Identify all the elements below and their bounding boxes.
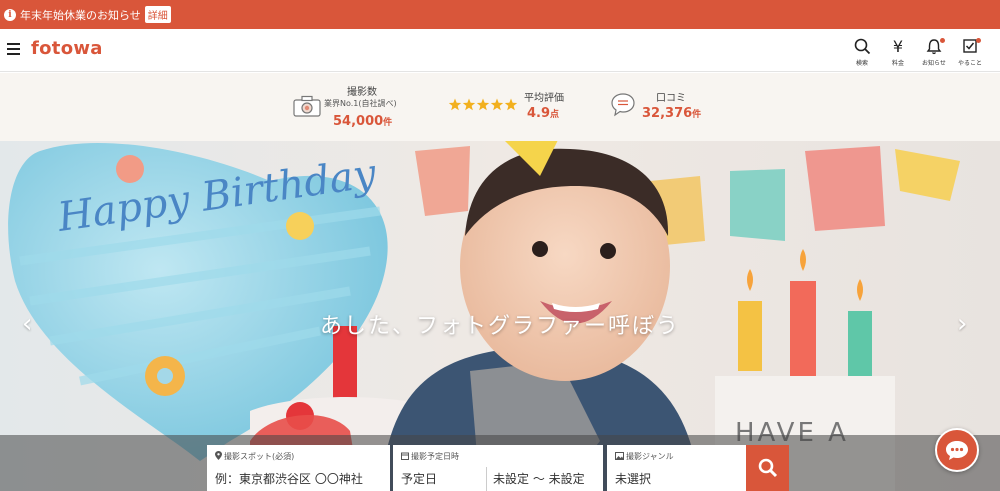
genre-field[interactable]: 撮影ジャンル 未選択	[607, 445, 746, 491]
site-header: fotowa 検索 ¥ 料金 お知らせ やること	[0, 29, 1000, 72]
notice-text[interactable]: 年末年始休業のお知らせ	[20, 7, 141, 23]
stat-shots-sub: 業界No.1(自社調べ)	[324, 99, 397, 108]
search-button[interactable]	[746, 445, 789, 491]
todo-dot	[976, 38, 981, 43]
date-input[interactable]: 予定日	[401, 470, 437, 487]
pin-icon	[215, 451, 222, 460]
stat-shots-title: 撮影数	[347, 87, 377, 98]
stat-shots: 撮影数 業界No.1(自社調べ) 54,000件	[290, 73, 430, 141]
notice-dot	[940, 38, 945, 43]
stat-rating: 平均評価 4.9点	[447, 73, 577, 141]
notice-nav-button[interactable]: お知らせ	[916, 36, 952, 67]
search-nav-label: 検索	[855, 60, 868, 67]
stat-rating-title: 平均評価	[524, 93, 564, 104]
search-nav-button[interactable]: 検索	[844, 36, 880, 67]
stat-reviews: 口コミ 32,376件	[610, 73, 720, 141]
spot-field[interactable]: 撮影スポット(必須) 例：東京都渋谷区 〇〇神社	[207, 445, 390, 491]
star-icon	[490, 98, 504, 111]
hero-title: あした、フォトグラファー呼ぼう	[319, 314, 680, 339]
price-nav-label: 料金	[891, 60, 904, 67]
speech-bubble-icon	[610, 91, 636, 121]
chat-icon	[946, 441, 968, 460]
chat-button[interactable]	[935, 428, 979, 472]
search-icon	[854, 36, 871, 56]
stats-bar: 撮影数 業界No.1(自社調べ) 54,000件 平均評価 4.9点 口コミ 3…	[0, 73, 1000, 141]
todo-nav-button[interactable]: やること	[952, 36, 988, 67]
star-icon	[462, 98, 476, 111]
star-icon	[504, 98, 518, 111]
calendar-icon	[401, 452, 409, 460]
search-panel: 撮影スポット(必須) 例：東京都渋谷区 〇〇神社 撮影予定日時 予定日 未設定 …	[0, 435, 1000, 491]
price-nav-button[interactable]: ¥ 料金	[880, 36, 916, 68]
stat-reviews-title: 口コミ	[656, 93, 686, 104]
star-rating-icon	[448, 97, 518, 116]
todo-nav-label: やること	[957, 60, 982, 67]
date-divider	[486, 467, 487, 491]
stat-rating-value: 4.9点	[527, 106, 560, 121]
menu-icon[interactable]	[7, 43, 20, 55]
search-icon	[758, 458, 778, 478]
time-input[interactable]: 未設定 ～ 未設定	[493, 470, 585, 487]
date-field[interactable]: 撮影予定日時 予定日 未設定 ～ 未設定	[393, 445, 603, 491]
star-icon	[448, 98, 462, 111]
info-icon: i	[4, 8, 16, 21]
logo[interactable]: fotowa	[31, 38, 103, 59]
spot-label: 撮影スポット(必須)	[215, 451, 294, 462]
camera-icon	[293, 95, 321, 121]
spot-input[interactable]: 例：東京都渋谷区 〇〇神社	[215, 470, 363, 487]
notice-nav-label: お知らせ	[922, 60, 946, 67]
header-icons: 検索 ¥ 料金 お知らせ やること	[844, 36, 988, 67]
stat-reviews-value: 32,376件	[642, 106, 702, 121]
yen-icon: ¥	[892, 36, 904, 56]
star-icon	[476, 98, 490, 111]
notice-bar[interactable]: i 年末年始休業のお知らせ 詳細	[0, 0, 1000, 29]
genre-label: 撮影ジャンル	[615, 451, 674, 462]
photo-icon	[615, 452, 624, 460]
date-label: 撮影予定日時	[401, 451, 459, 462]
genre-select[interactable]: 未選択	[615, 470, 651, 487]
notice-detail-button[interactable]: 詳細	[144, 6, 171, 23]
stat-shots-value: 54,000件	[333, 114, 393, 129]
